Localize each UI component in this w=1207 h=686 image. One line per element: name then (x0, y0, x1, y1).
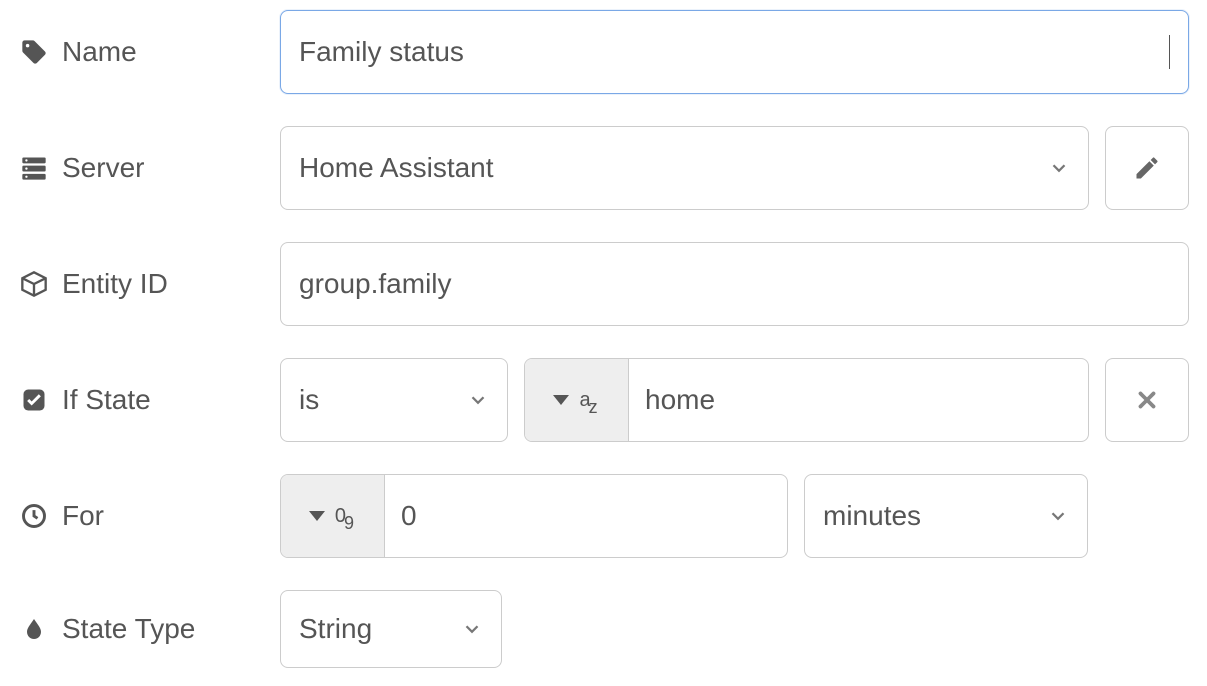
row-state-type: State Type String (18, 590, 1189, 668)
label-entity-id: Entity ID (18, 268, 280, 300)
if-state-comparator-select[interactable]: is (280, 358, 508, 442)
for-type-toggle[interactable]: 09 (281, 475, 385, 557)
entity-id-input[interactable]: group.family (280, 242, 1189, 326)
x-icon (1134, 387, 1160, 413)
state-type-select[interactable]: String (280, 590, 502, 668)
label-for-text: For (62, 500, 104, 532)
edit-server-button[interactable] (1105, 126, 1189, 210)
if-state-value-input[interactable]: az home (524, 358, 1089, 442)
server-select-value: Home Assistant (299, 152, 494, 184)
label-if-state-text: If State (62, 384, 151, 416)
for-value: 0 (385, 475, 787, 557)
row-name: Name Family status (18, 10, 1189, 94)
caret-down-icon (309, 511, 325, 521)
state-type-value: String (299, 613, 372, 645)
label-for: For (18, 500, 280, 532)
label-if-state: If State (18, 384, 280, 416)
string-type-icon: az (579, 390, 599, 410)
for-value-input[interactable]: 09 0 (280, 474, 788, 558)
label-name-text: Name (62, 36, 137, 68)
label-state-type: State Type (18, 613, 280, 645)
label-entity-id-text: Entity ID (62, 268, 168, 300)
label-server: Server (18, 152, 280, 184)
if-state-comparator-value: is (299, 384, 319, 416)
row-if-state: If State is az home (18, 358, 1189, 442)
caret-down-icon (553, 395, 569, 405)
chevron-down-icon (467, 389, 489, 411)
number-type-icon: 09 (335, 506, 356, 526)
tag-icon (18, 36, 50, 68)
pencil-icon (1133, 154, 1161, 182)
tint-icon (18, 613, 50, 645)
name-input[interactable]: Family status (280, 10, 1189, 94)
for-unit-value: minutes (823, 500, 921, 532)
clock-icon (18, 500, 50, 532)
check-square-icon (18, 384, 50, 416)
row-entity-id: Entity ID group.family (18, 242, 1189, 326)
server-icon (18, 152, 50, 184)
chevron-down-icon (1048, 157, 1070, 179)
if-state-value: home (629, 359, 1088, 441)
name-input-value: Family status (299, 36, 1168, 68)
row-server: Server Home Assistant (18, 126, 1189, 210)
label-name: Name (18, 36, 280, 68)
label-server-text: Server (62, 152, 144, 184)
if-state-type-toggle[interactable]: az (525, 359, 629, 441)
remove-condition-button[interactable] (1105, 358, 1189, 442)
entity-id-value: group.family (299, 268, 1170, 300)
server-select[interactable]: Home Assistant (280, 126, 1089, 210)
cube-icon (18, 268, 50, 300)
for-unit-select[interactable]: minutes (804, 474, 1088, 558)
text-cursor (1169, 35, 1170, 69)
label-state-type-text: State Type (62, 613, 195, 645)
chevron-down-icon (461, 618, 483, 640)
chevron-down-icon (1047, 505, 1069, 527)
row-for: For 09 0 minutes (18, 474, 1189, 558)
